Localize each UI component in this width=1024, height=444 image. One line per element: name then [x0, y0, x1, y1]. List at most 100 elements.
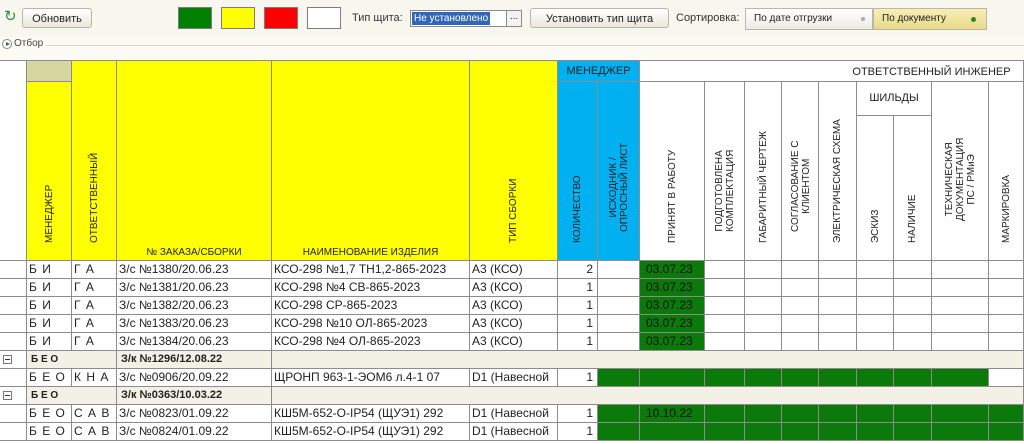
cell-marking[interactable] — [989, 333, 1024, 351]
cell-product[interactable]: КСО-298 №1,7 ТН1,2-865-2023 — [272, 261, 470, 279]
cell-quantity[interactable]: 1 — [558, 423, 598, 441]
cell-responsible[interactable]: Г А — [72, 261, 117, 279]
cell-responsible[interactable]: Г А — [72, 279, 117, 297]
cell-electrical-scheme[interactable] — [819, 369, 857, 387]
cell-marking[interactable] — [989, 423, 1024, 441]
collapse-minus-icon[interactable] — [3, 355, 12, 364]
shield-type-input[interactable]: Не установлено — [410, 10, 508, 27]
cell-tech-docs[interactable] — [932, 261, 989, 279]
cell-quantity[interactable]: 2 — [558, 261, 598, 279]
cell-sketch[interactable] — [857, 261, 894, 279]
cell-quantity[interactable]: 1 — [558, 333, 598, 351]
cell-assembly-type[interactable]: D1 (Навесной — [470, 369, 558, 387]
cell-manager[interactable]: Б И — [27, 333, 72, 351]
yellow-color-swatch[interactable] — [221, 7, 255, 29]
shield-type-select-button[interactable]: ... — [506, 10, 522, 27]
column-header-kit-prepared[interactable]: ПОДГОТОВЛЕНА КОМПЛЕКТАЦИЯ — [705, 82, 745, 261]
cell-assembly-type[interactable]: А3 (КСО) — [470, 333, 558, 351]
cell-electrical-scheme[interactable] — [819, 297, 857, 315]
cell-sketch[interactable] — [857, 315, 894, 333]
cell-source-sheet[interactable] — [598, 423, 640, 441]
cell-accepted[interactable]: 03.07.23 — [640, 297, 705, 315]
cell-kit-prepared[interactable] — [705, 297, 745, 315]
column-header-accepted[interactable]: ПРИНЯТ В РАБОТУ — [640, 82, 705, 261]
cell-dimension-drawing[interactable] — [745, 279, 782, 297]
cell-quantity[interactable]: 1 — [558, 297, 598, 315]
cell-assembly-type[interactable]: D1 (Навесной — [470, 405, 558, 423]
cell-accepted[interactable] — [640, 369, 705, 387]
cell-accepted[interactable]: 10.10.22 — [640, 405, 705, 423]
cell-assembly-type[interactable]: А3 (КСО) — [470, 297, 558, 315]
column-header-order[interactable]: № ЗАКАЗА/СБОРКИ — [117, 60, 272, 261]
cell-source-sheet[interactable] — [598, 297, 640, 315]
cell-order[interactable]: З/с №1383/20.06.23 — [117, 315, 272, 333]
cell-assembly-type[interactable]: А3 (КСО) — [470, 279, 558, 297]
cell-sketch[interactable] — [857, 423, 894, 441]
column-header-quantity[interactable]: КОЛИЧЕСТВО — [558, 82, 598, 261]
column-header-availability[interactable]: НАЛИЧИЕ — [894, 116, 932, 261]
cell-source-sheet[interactable] — [598, 405, 640, 423]
cell-order[interactable]: З/с №0823/01.09.22 — [117, 405, 272, 423]
cell-client-approval[interactable] — [782, 261, 819, 279]
cell-availability[interactable] — [894, 333, 932, 351]
cell-responsible[interactable]: Г А — [72, 297, 117, 315]
cell-electrical-scheme[interactable] — [819, 279, 857, 297]
cell-marking[interactable] — [989, 297, 1024, 315]
set-shield-type-button[interactable]: Установить тип щита — [530, 8, 669, 28]
collapse-minus-icon[interactable] — [3, 391, 12, 400]
cell-manager[interactable]: Б Е О — [27, 405, 72, 423]
cell-dimension-drawing[interactable] — [745, 405, 782, 423]
cell-accepted[interactable] — [640, 423, 705, 441]
cell-dimension-drawing[interactable] — [745, 333, 782, 351]
sort-by-document[interactable]: По документу — [873, 8, 987, 30]
cell-availability[interactable] — [894, 315, 932, 333]
cell-accepted[interactable]: 03.07.23 — [640, 261, 705, 279]
cell-sketch[interactable] — [857, 297, 894, 315]
group-row[interactable]: Б Е О З/к №0363/10.03.22 — [27, 387, 1024, 405]
cell-product[interactable]: КСО-298 №10 ОЛ-865-2023 — [272, 315, 470, 333]
cell-tech-docs[interactable] — [932, 315, 989, 333]
cell-client-approval[interactable] — [782, 333, 819, 351]
cell-product[interactable]: КСО-298 №4 ОЛ-865-2023 — [272, 333, 470, 351]
cell-marking[interactable] — [989, 279, 1024, 297]
cell-sketch[interactable] — [857, 333, 894, 351]
cell-manager[interactable]: Б И — [27, 261, 72, 279]
cell-source-sheet[interactable] — [598, 369, 640, 387]
cell-dimension-drawing[interactable] — [745, 423, 782, 441]
cell-tech-docs[interactable] — [932, 369, 989, 387]
cell-source-sheet[interactable] — [598, 333, 640, 351]
cell-accepted[interactable]: 03.07.23 — [640, 333, 705, 351]
cell-electrical-scheme[interactable] — [819, 315, 857, 333]
column-header-product[interactable]: НАИМЕНОВАНИЕ ИЗДЕЛИЯ — [272, 60, 470, 261]
cell-order[interactable]: З/с №1381/20.06.23 — [117, 279, 272, 297]
cell-marking[interactable] — [989, 369, 1024, 387]
cell-order[interactable]: З/с №0906/20.09.22 — [117, 369, 272, 387]
cell-manager[interactable]: Б И — [27, 297, 72, 315]
cell-product[interactable]: КШ5М-652-О-IP54 (ЩУЭ1) 292 — [272, 405, 470, 423]
white-color-swatch[interactable] — [307, 7, 341, 29]
cell-order[interactable]: З/с №1382/20.06.23 — [117, 297, 272, 315]
cell-client-approval[interactable] — [782, 423, 819, 441]
cell-manager[interactable]: Б Е О — [27, 369, 72, 387]
column-header-source-sheet[interactable]: ИСХОДНИК / ОПРОСНЫЙ ЛИСТ — [598, 82, 640, 261]
cell-availability[interactable] — [894, 261, 932, 279]
column-header-client-approval[interactable]: СОГЛАСОВАНИЕ С КЛИЕНТОМ — [782, 82, 819, 261]
cell-product[interactable]: КСО-298 СР-865-2023 — [272, 297, 470, 315]
cell-marking[interactable] — [989, 405, 1024, 423]
cell-sketch[interactable] — [857, 405, 894, 423]
cell-dimension-drawing[interactable] — [745, 261, 782, 279]
cell-quantity[interactable]: 1 — [558, 405, 598, 423]
cell-product[interactable]: КШ5М-652-О-IP54 (ЩУЭ1) 292 — [272, 423, 470, 441]
cell-tech-docs[interactable] — [932, 297, 989, 315]
column-header-electrical-scheme[interactable]: ЭЛЕКТРИЧЕСКАЯ СХЕМА — [819, 82, 857, 261]
cell-accepted[interactable]: 03.07.23 — [640, 279, 705, 297]
cell-availability[interactable] — [894, 279, 932, 297]
cell-availability[interactable] — [894, 423, 932, 441]
cell-assembly-type[interactable]: А3 (КСО) — [470, 315, 558, 333]
cell-responsible[interactable]: К Н А — [72, 369, 117, 387]
column-header-sketch[interactable]: ЭСКИЗ — [857, 116, 894, 261]
cell-client-approval[interactable] — [782, 405, 819, 423]
cell-responsible[interactable]: С А В — [72, 405, 117, 423]
cell-responsible[interactable]: Г А — [72, 333, 117, 351]
cell-product[interactable]: ЩРОНП 963-1-ЭОМ6 л.4-1 07 — [272, 369, 470, 387]
